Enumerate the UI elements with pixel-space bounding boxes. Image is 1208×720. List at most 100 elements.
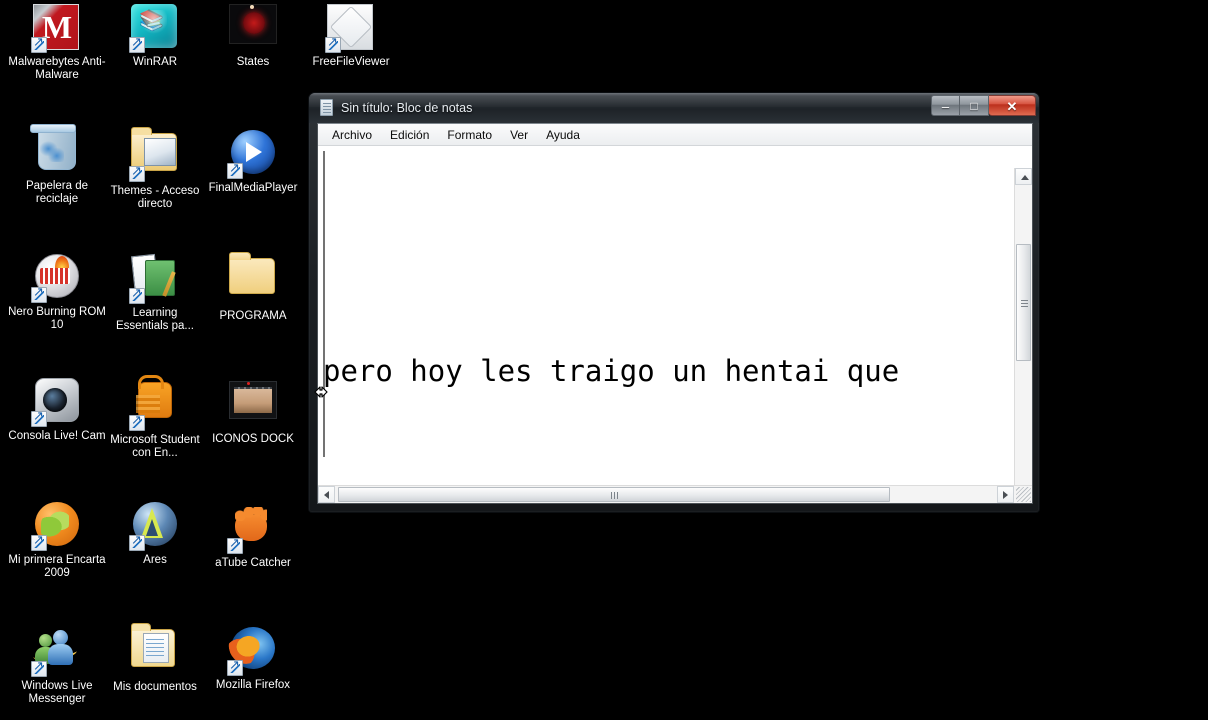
desktop-icon-consola-live-cam[interactable]: Consola Live! Cam bbox=[8, 376, 106, 443]
desktop-icon-states[interactable]: States bbox=[204, 4, 302, 69]
desktop-icon-themes[interactable]: Themes - Acceso directo bbox=[106, 128, 204, 211]
freefileviewer-icon bbox=[325, 4, 375, 53]
backpack-icon bbox=[129, 382, 179, 431]
icon-label: Mis documentos bbox=[113, 681, 197, 693]
icon-label: Mozilla Firefox bbox=[215, 679, 291, 691]
text-editor-area[interactable]: pero hoy les traigo un hentai que que le… bbox=[318, 146, 1032, 503]
notepad-window[interactable]: Sin título: Bloc de notas Archivo Edició… bbox=[308, 92, 1040, 513]
icon-label: Themes - Acceso directo bbox=[110, 185, 200, 210]
winrar-icon bbox=[129, 4, 179, 53]
shortcut-overlay-icon bbox=[31, 533, 47, 551]
dock-icons-icon bbox=[229, 381, 277, 429]
window-title: Sin título: Bloc de notas bbox=[341, 101, 473, 115]
desktop-icon-malwarebytes[interactable]: Malwarebytes Anti-Malware bbox=[8, 4, 106, 82]
icon-label: Ares bbox=[143, 554, 167, 566]
icon-label: Microsoft Student con En... bbox=[110, 434, 200, 459]
documents-folder-icon bbox=[131, 629, 179, 677]
shortcut-overlay-icon bbox=[31, 409, 47, 427]
desktop-icon-windows-live-messenger[interactable]: Windows Live Messenger bbox=[8, 624, 106, 706]
firefox-icon bbox=[227, 627, 277, 676]
nero-icon bbox=[31, 254, 81, 303]
menu-item-edicion[interactable]: Edición bbox=[381, 126, 438, 144]
desktop-icon-encarta[interactable]: Mi primera Encarta 2009 bbox=[8, 500, 106, 580]
learning-essentials-icon bbox=[129, 255, 179, 304]
ares-icon bbox=[129, 502, 179, 551]
document-text[interactable]: pero hoy les traigo un hentai que que le… bbox=[319, 147, 1011, 484]
icon-label: Learning Essentials pa... bbox=[116, 307, 194, 332]
icon-label: Mi primera Encarta 2009 bbox=[8, 554, 106, 579]
text-caret bbox=[323, 151, 325, 457]
icon-label: ICONOS DOCK bbox=[212, 433, 294, 445]
icon-label: WinRAR bbox=[132, 56, 178, 68]
window-titlebar[interactable]: Sin título: Bloc de notas bbox=[309, 93, 1039, 123]
desktop-icon-iconos-dock[interactable]: ICONOS DOCK bbox=[204, 376, 302, 446]
horizontal-scrollbar[interactable] bbox=[318, 485, 1032, 503]
desktop-icon-mozilla-firefox[interactable]: Mozilla Firefox bbox=[204, 624, 302, 692]
icon-label: PROGRAMA bbox=[219, 310, 287, 322]
menu-bar: Archivo Edición Formato Ver Ayuda bbox=[318, 124, 1032, 146]
close-button[interactable] bbox=[989, 95, 1036, 116]
shortcut-overlay-icon bbox=[31, 285, 47, 303]
atube-catcher-icon bbox=[227, 505, 277, 554]
shortcut-overlay-icon bbox=[227, 161, 243, 179]
themes-folder-icon bbox=[129, 133, 179, 182]
menu-item-formato[interactable]: Formato bbox=[438, 126, 501, 144]
shortcut-overlay-icon bbox=[31, 35, 47, 53]
icon-label: FreeFileViewer bbox=[312, 56, 390, 68]
icon-label: aTube Catcher bbox=[215, 557, 291, 569]
messenger-icon bbox=[31, 628, 81, 677]
icon-label: Malwarebytes Anti-Malware bbox=[8, 56, 106, 81]
icon-label: States bbox=[236, 56, 270, 68]
desktop-icon-finalmediaplayer[interactable]: FinalMediaPlayer bbox=[204, 128, 302, 195]
desktop-icon-freefileviewer[interactable]: FreeFileViewer bbox=[302, 4, 400, 69]
window-controls bbox=[931, 95, 1036, 116]
desktop-icon-atube-catcher[interactable]: aTube Catcher bbox=[204, 500, 302, 570]
icon-label: Papelera de reciclaje bbox=[25, 180, 89, 205]
minimize-button[interactable] bbox=[931, 95, 960, 116]
scroll-right-arrow[interactable] bbox=[997, 486, 1014, 503]
text-line-content: pero hoy les traigo un hentai que bbox=[323, 354, 900, 388]
horizontal-scroll-thumb[interactable] bbox=[338, 487, 890, 502]
vertical-scroll-thumb[interactable] bbox=[1016, 244, 1031, 361]
maximize-button[interactable] bbox=[960, 95, 989, 116]
desktop-icon-programa[interactable]: PROGRAMA bbox=[204, 252, 302, 323]
icon-label: Nero Burning ROM 10 bbox=[8, 306, 106, 331]
window-client-area: Archivo Edición Formato Ver Ayuda pero h… bbox=[317, 123, 1033, 504]
icon-label: Windows Live Messenger bbox=[21, 680, 93, 705]
malwarebytes-icon bbox=[31, 4, 81, 53]
shortcut-overlay-icon bbox=[227, 536, 243, 554]
shortcut-overlay-icon bbox=[129, 164, 145, 182]
desktop-icon-mis-documentos[interactable]: Mis documentos bbox=[106, 624, 204, 694]
minimize-icon bbox=[932, 96, 959, 115]
window-resize-grip[interactable] bbox=[1016, 487, 1031, 502]
shortcut-overlay-icon bbox=[129, 286, 145, 304]
desktop[interactable]: Malwarebytes Anti-Malware WinRAR States … bbox=[0, 0, 1208, 720]
desktop-icon-learning-essentials[interactable]: Learning Essentials pa... bbox=[106, 252, 204, 333]
encarta-icon bbox=[31, 502, 81, 551]
text-line[interactable]: pero hoy les traigo un hentai que bbox=[319, 339, 1011, 403]
menu-item-ayuda[interactable]: Ayuda bbox=[537, 126, 589, 144]
desktop-icon-microsoft-student[interactable]: Microsoft Student con En... bbox=[106, 376, 204, 460]
scroll-up-arrow[interactable] bbox=[1015, 168, 1032, 185]
webcam-icon bbox=[31, 378, 81, 427]
recycle-bin-icon bbox=[33, 128, 81, 176]
scroll-left-arrow[interactable] bbox=[318, 486, 335, 503]
shortcut-overlay-icon bbox=[227, 658, 243, 676]
desktop-icon-nero[interactable]: Nero Burning ROM 10 bbox=[8, 252, 106, 332]
desktop-icon-ares[interactable]: Ares bbox=[106, 500, 204, 567]
menu-item-ver[interactable]: Ver bbox=[501, 126, 537, 144]
finalmediaplayer-icon bbox=[227, 130, 277, 179]
shortcut-overlay-icon bbox=[129, 35, 145, 53]
notepad-icon bbox=[320, 99, 333, 116]
vertical-scrollbar[interactable] bbox=[1014, 168, 1032, 503]
menu-item-archivo[interactable]: Archivo bbox=[323, 126, 381, 144]
shortcut-overlay-icon bbox=[325, 35, 341, 53]
desktop-icon-recycle-bin[interactable]: Papelera de reciclaje bbox=[8, 128, 106, 206]
shortcut-overlay-icon bbox=[129, 533, 145, 551]
shortcut-overlay-icon bbox=[129, 413, 145, 431]
desktop-icon-winrar[interactable]: WinRAR bbox=[106, 4, 204, 69]
icon-label: Consola Live! Cam bbox=[8, 430, 106, 442]
icon-label: FinalMediaPlayer bbox=[208, 182, 298, 194]
shortcut-overlay-icon bbox=[31, 659, 47, 677]
close-icon bbox=[989, 96, 1035, 115]
